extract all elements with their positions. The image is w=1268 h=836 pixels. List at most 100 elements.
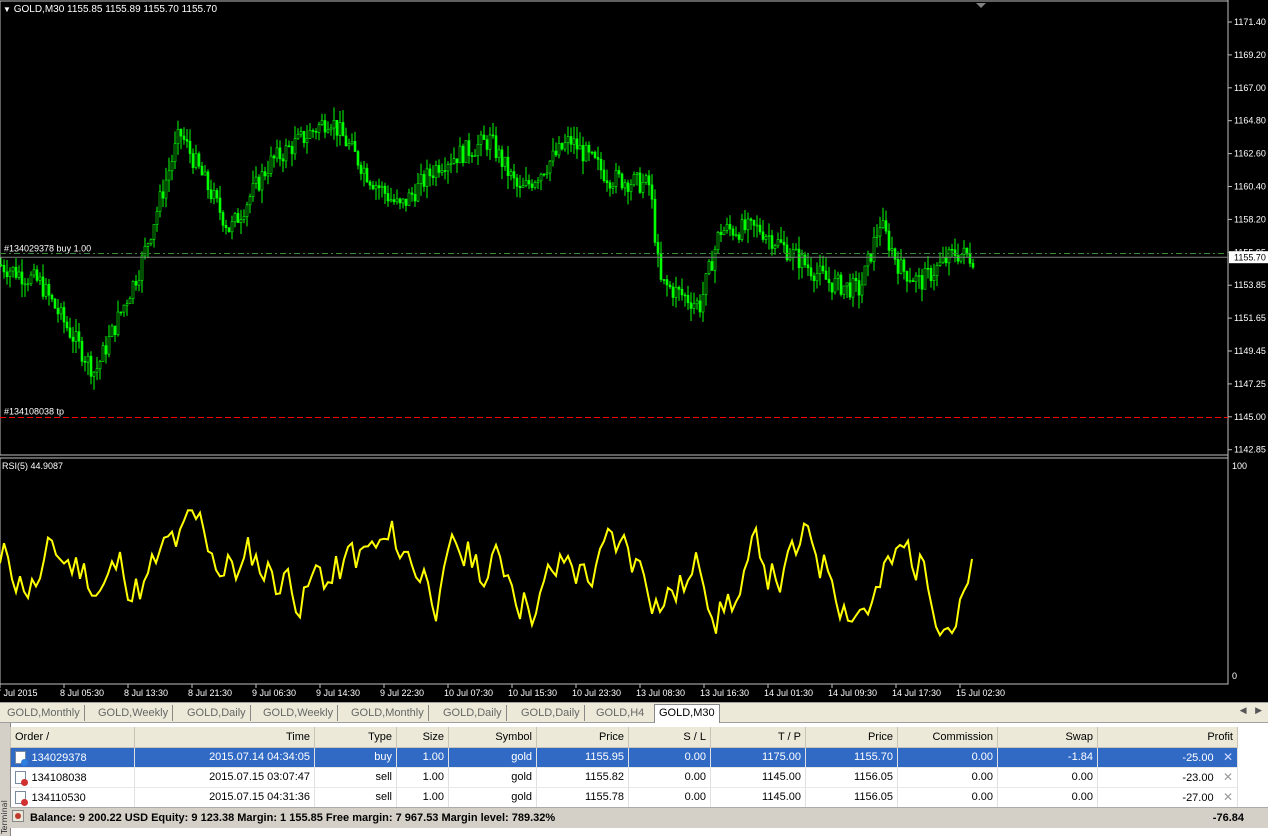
column-header[interactable]: Size: [396, 727, 449, 748]
column-header[interactable]: Price: [805, 727, 898, 748]
tab-gold-monthly[interactable]: GOLD,Monthly: [3, 705, 85, 721]
order-cell-cur: 1156.05: [805, 767, 898, 788]
chart-canvas[interactable]: 1171.40 1169.20 1167.00 1164.80 1162.60 1160.…: [0, 0, 1268, 702]
tab-gold-daily[interactable]: GOLD,Daily: [517, 705, 585, 721]
order-cell-commission: 0.00: [897, 787, 998, 808]
sell-order-icon: [14, 790, 28, 806]
column-header[interactable]: Type: [314, 727, 397, 748]
candle-body: [551, 150, 555, 162]
time-axis-label: 13 Jul 08:30: [636, 688, 685, 698]
candle-body: [260, 171, 264, 191]
tab-gold-weekly[interactable]: GOLD,Weekly: [94, 705, 174, 721]
candle-body: [308, 130, 312, 139]
candle-body: [911, 280, 915, 283]
candle-body: [836, 274, 840, 279]
tab-gold-monthly[interactable]: GOLD,Monthly: [347, 705, 429, 721]
tab-gold-daily[interactable]: GOLD,Daily: [183, 705, 251, 721]
order-cell-symbol: gold: [448, 747, 537, 768]
candle-body: [56, 307, 60, 315]
tab-gold-weekly[interactable]: GOLD,Weekly: [259, 705, 339, 721]
order-cell-size: 1.00: [396, 787, 449, 808]
close-order-icon[interactable]: ✕: [1220, 750, 1233, 764]
candle-body: [131, 281, 135, 299]
candle-body: [134, 281, 138, 286]
order-cell-swap: 0.00: [997, 787, 1098, 808]
order-cell-time: 2015.07.15 04:31:36: [134, 787, 315, 808]
close-order-icon[interactable]: ✕: [1220, 770, 1233, 784]
total-profit: -76.84: [1212, 812, 1244, 824]
order-row[interactable]: 134110530 2015.07.15 04:31:36 sell 1.00 gold…: [10, 787, 1238, 808]
column-header[interactable]: T / P: [710, 727, 806, 748]
candle-body: [344, 135, 348, 147]
candle-body: [503, 156, 507, 167]
column-header[interactable]: Time: [134, 727, 315, 748]
candle-body: [620, 173, 624, 189]
candle-body: [542, 173, 546, 176]
tab-gold-h4[interactable]: GOLD,H4: [592, 705, 648, 721]
tab-gold-m30[interactable]: GOLD,M30: [654, 704, 720, 723]
order-cell-size: 1.00: [396, 747, 449, 768]
candle-body: [575, 138, 579, 150]
candle-body: [365, 167, 369, 183]
close-order-icon[interactable]: ✕: [1220, 790, 1233, 804]
candle-body: [35, 269, 39, 281]
candle-body: [845, 282, 849, 287]
time-axis-label: 14 Jul 09:30: [828, 688, 877, 698]
column-header[interactable]: Profit: [1097, 727, 1238, 748]
column-header[interactable]: Commission: [897, 727, 998, 748]
order-row[interactable]: 134108038 2015.07.15 03:07:47 sell 1.00 gold…: [10, 767, 1238, 788]
time-axis-label: 10 Jul 23:30: [572, 688, 621, 698]
candle-body: [758, 224, 762, 233]
column-header[interactable]: Price: [536, 727, 629, 748]
candle-body: [476, 144, 480, 156]
price-axis-label: 1149.45: [1234, 346, 1266, 356]
candle-body: [119, 311, 123, 314]
candle-body: [938, 261, 942, 266]
candle-body: [233, 213, 237, 223]
candle-body: [8, 270, 12, 277]
candle-body: [479, 134, 483, 145]
buy-order-label: #134029378 buy 1.00: [4, 243, 91, 253]
candle-body: [899, 259, 903, 274]
candle-body: [605, 180, 609, 183]
candle-body: [20, 271, 24, 285]
candle-body: [539, 173, 543, 182]
tab-scroll-arrows[interactable]: ◀ ▶: [1240, 706, 1262, 716]
candle-body: [698, 300, 702, 313]
column-header[interactable]: Order /: [10, 727, 135, 748]
candle-body: [878, 227, 882, 237]
candle-body: [236, 213, 240, 223]
candle-body: [932, 275, 936, 282]
candle-body: [653, 198, 657, 243]
candle-body: [422, 174, 426, 187]
tab-gold-daily[interactable]: GOLD,Daily: [439, 705, 507, 721]
candle-body: [290, 145, 294, 155]
candle-body: [443, 170, 447, 172]
order-cell-profit: -23.00 ✕: [1097, 767, 1238, 788]
order-row[interactable]: 134029378 2015.07.14 04:34:05 buy 1.00 gold 1…: [10, 747, 1238, 768]
candle-body: [266, 173, 270, 177]
candle-body: [635, 172, 639, 175]
candle-body: [62, 307, 66, 323]
candle-body: [848, 282, 852, 298]
candle-body: [305, 138, 309, 144]
candle-body: [935, 265, 939, 276]
candle-body: [182, 135, 186, 140]
candle-body: [212, 190, 216, 200]
current-price-label: 1155.70: [1234, 253, 1266, 263]
candle-body: [719, 232, 723, 235]
column-header[interactable]: S / L: [628, 727, 711, 748]
candle-body: [419, 174, 423, 184]
candle-body: [740, 219, 744, 240]
column-header[interactable]: Symbol: [448, 727, 537, 748]
candle-body: [296, 133, 300, 140]
candle-body: [167, 170, 171, 181]
rsi-title: RSI(5) 44.9087: [2, 461, 64, 471]
chart-title-text: GOLD,M30 1155.85 1155.89 1155.70 1155.70: [13, 4, 218, 15]
price-axis-label: 1160.40: [1234, 182, 1266, 192]
chart-area[interactable]: 1171.40 1169.20 1167.00 1164.80 1162.60 1160.…: [0, 0, 1268, 702]
column-header[interactable]: Swap: [997, 727, 1098, 748]
candle-body: [128, 298, 132, 304]
candle-body: [188, 140, 192, 154]
candle-body: [86, 355, 90, 363]
